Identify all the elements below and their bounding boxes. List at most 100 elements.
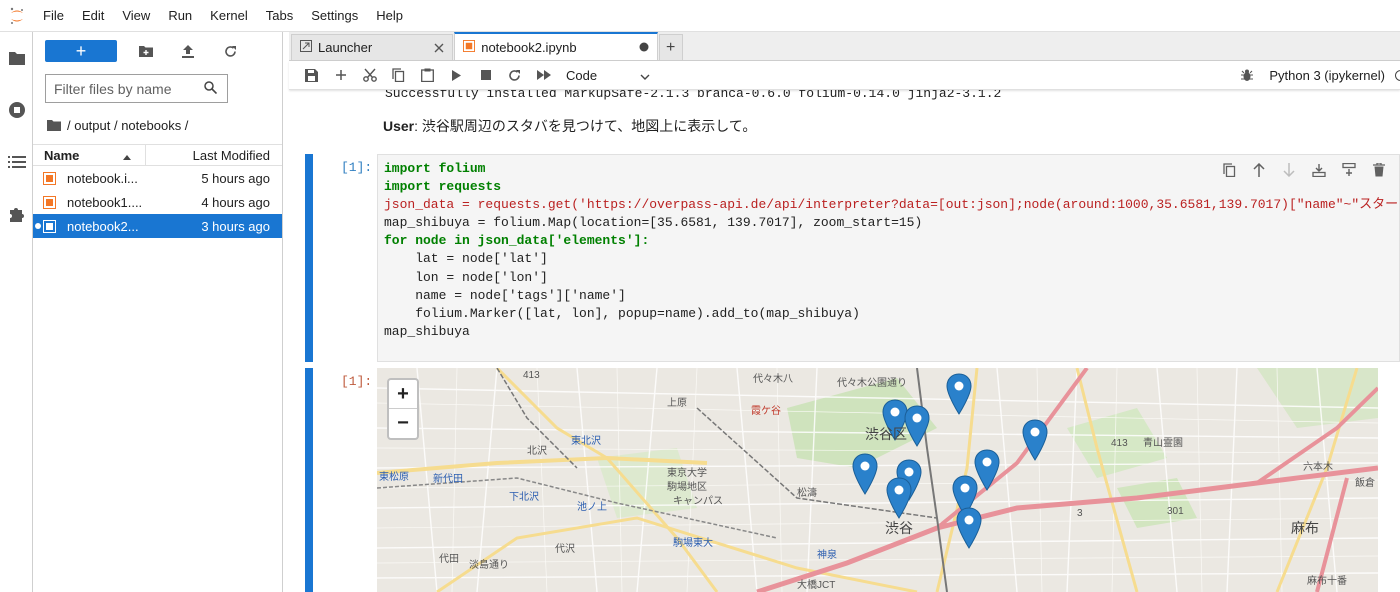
- tab-label: notebook2.ipynb: [481, 39, 577, 55]
- code-line-1: import requests: [384, 179, 502, 195]
- code-line-2: json_data = requests.get('https://overpa…: [384, 197, 1399, 213]
- fast-forward-icon[interactable]: [529, 63, 558, 87]
- zoom-in-button[interactable]: +: [389, 380, 417, 409]
- menu-help[interactable]: Help: [367, 0, 412, 32]
- code-cell-editor[interactable]: import folium import requests json_data = …: [377, 154, 1400, 362]
- move-up-icon[interactable]: [1247, 159, 1271, 181]
- add-tab-button[interactable]: +: [658, 34, 683, 60]
- map-label: 301: [1167, 506, 1184, 517]
- insert-below-icon[interactable]: [1337, 159, 1361, 181]
- file-row[interactable]: notebook.i... 5 hours ago: [33, 166, 282, 190]
- kernel-status: Python 3 (ipykernel): [1241, 61, 1400, 90]
- extension-puzzle-icon[interactable]: [0, 188, 33, 240]
- menu-file[interactable]: File: [34, 0, 73, 32]
- map-label: 東松原: [379, 472, 409, 483]
- close-icon[interactable]: [432, 43, 446, 53]
- notebook-toolbar: Code Python 3 (ipykernel): [289, 61, 1400, 90]
- restart-icon[interactable]: [500, 63, 529, 87]
- upload-icon[interactable]: [167, 40, 209, 62]
- main-area: Launcher notebook2.ipynb + Code Python 3…: [289, 32, 1400, 592]
- new-launcher-button[interactable]: +: [45, 40, 117, 62]
- menu-settings[interactable]: Settings: [302, 0, 367, 32]
- map-label: 青山霊園: [1143, 438, 1183, 449]
- map-label: 代々木公園通り: [837, 378, 907, 389]
- unsaved-dot-icon[interactable]: [637, 42, 651, 52]
- notebook-file-icon: [43, 219, 67, 233]
- code-line-0: import folium: [384, 161, 486, 176]
- file-browser-panel: + / output / notebooks / Name Last Modif…: [33, 32, 283, 592]
- user-message-text: : 渋谷駅周辺のスタバを見つけて、地図上に表示して。: [414, 118, 757, 134]
- launcher-icon: [300, 40, 312, 55]
- cut-icon[interactable]: [355, 63, 384, 87]
- refresh-icon[interactable]: [209, 40, 251, 62]
- tab-notebook2[interactable]: notebook2.ipynb: [454, 32, 658, 60]
- running-kernels-icon[interactable]: [0, 84, 33, 136]
- paste-icon[interactable]: [413, 63, 442, 87]
- map-label: 413: [523, 370, 540, 381]
- menu-tabs[interactable]: Tabs: [257, 0, 302, 32]
- code-line-9: map_shibuya: [384, 323, 470, 339]
- column-header-modified[interactable]: Last Modified: [146, 148, 282, 163]
- notebook-file-icon: [43, 171, 67, 185]
- breadcrumb: / output / notebooks /: [47, 115, 282, 135]
- file-list-header: Name Last Modified: [33, 144, 282, 166]
- code-line-4: for node in json_data['elements']:: [384, 233, 650, 249]
- menu-kernel[interactable]: Kernel: [201, 0, 257, 32]
- file-row-selected[interactable]: notebook2... 3 hours ago: [33, 214, 282, 238]
- cell-type-value: Code: [566, 67, 598, 83]
- map-label: 飯倉: [1355, 478, 1375, 489]
- sort-caret-up-icon: [123, 148, 131, 163]
- map-zoom-control: + −: [387, 378, 419, 440]
- bug-icon[interactable]: [1241, 69, 1254, 82]
- table-of-contents-icon[interactable]: [0, 136, 33, 188]
- filter-files-input[interactable]: [54, 80, 204, 97]
- map-label: 渋谷: [885, 520, 913, 536]
- duplicate-cell-icon[interactable]: [1217, 159, 1241, 181]
- map-label: 3: [1077, 508, 1083, 519]
- map-label: 代々木八: [753, 374, 793, 385]
- column-name-label: Name: [44, 147, 80, 163]
- kernel-idle-icon: [1395, 70, 1400, 81]
- folder-icon[interactable]: [0, 32, 33, 84]
- delete-cell-icon[interactable]: [1367, 159, 1391, 181]
- file-name: notebook2...: [67, 218, 139, 234]
- map-label: 六本木: [1303, 462, 1333, 473]
- pip-output-text: Successfully installed MarkupSafe-2.1.3 …: [385, 90, 1002, 101]
- folium-map[interactable]: 渋谷区 渋谷 北沢 下北沢 東北沢 新代田 東松原 代田 代沢 池ノ上 駒場東大…: [377, 368, 1378, 592]
- map-label: 駒場東大: [673, 538, 713, 549]
- cell-type-select[interactable]: Code: [566, 68, 650, 83]
- code-line-5: lat = node['lat']: [384, 251, 548, 267]
- map-label: 淡島通り: [469, 560, 509, 571]
- column-header-name[interactable]: Name: [33, 144, 146, 166]
- insert-cell-icon[interactable]: [326, 63, 355, 87]
- file-row[interactable]: notebook1.... 4 hours ago: [33, 190, 282, 214]
- menu-view[interactable]: View: [113, 0, 159, 32]
- run-icon[interactable]: [442, 63, 471, 87]
- cell-collapser[interactable]: [305, 154, 313, 362]
- notebook-file-icon: [43, 195, 67, 209]
- map-label: 神泉: [817, 550, 837, 561]
- move-down-icon[interactable]: [1277, 159, 1301, 181]
- map-label: 北沢: [527, 446, 547, 457]
- map-label: 新代田: [433, 474, 463, 485]
- insert-above-icon[interactable]: [1307, 159, 1331, 181]
- file-modified: 3 hours ago: [201, 218, 270, 234]
- tab-launcher[interactable]: Launcher: [291, 34, 454, 60]
- user-label: User: [383, 118, 415, 134]
- save-icon[interactable]: [297, 63, 326, 87]
- breadcrumb-path[interactable]: / output / notebooks /: [67, 118, 188, 133]
- map-label: 大橋JCT: [797, 580, 836, 591]
- copy-icon[interactable]: [384, 63, 413, 87]
- zoom-out-button[interactable]: −: [389, 409, 417, 438]
- chevron-down-icon: [640, 68, 650, 83]
- new-folder-icon[interactable]: [125, 40, 167, 62]
- stop-icon[interactable]: [471, 63, 500, 87]
- code-editor[interactable]: import folium import requests json_data = …: [384, 160, 1398, 341]
- input-prompt: [1]:: [341, 160, 373, 175]
- kernel-name[interactable]: Python 3 (ipykernel): [1269, 68, 1385, 83]
- folder-icon[interactable]: [47, 119, 61, 131]
- menu-edit[interactable]: Edit: [73, 0, 113, 32]
- map-label: 東京大学: [667, 468, 707, 479]
- output-collapser[interactable]: [305, 368, 313, 592]
- menu-run[interactable]: Run: [159, 0, 201, 32]
